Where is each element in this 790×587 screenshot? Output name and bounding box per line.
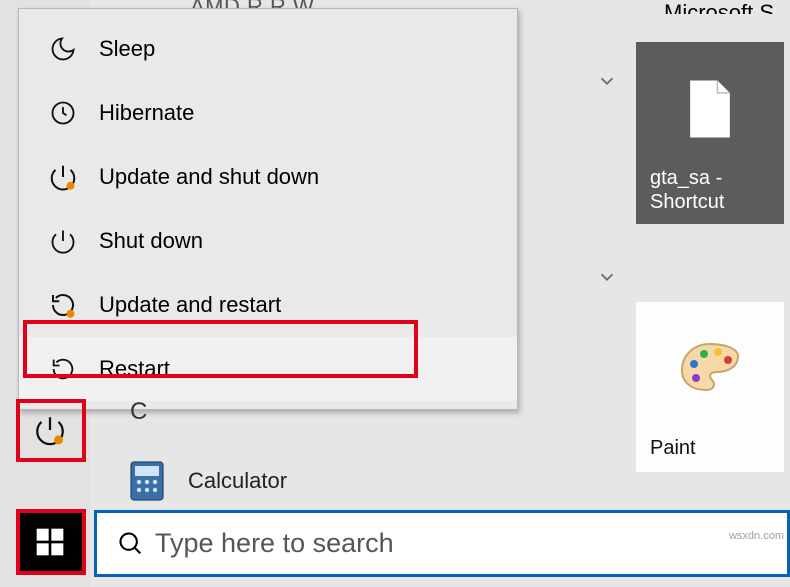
restart-item[interactable]: Restart xyxy=(19,337,517,401)
tile-gta-label: gta_sa - Shortcut xyxy=(650,166,784,214)
power-icon xyxy=(41,219,85,263)
moon-icon xyxy=(41,27,85,71)
chevron-down-icon[interactable] xyxy=(596,266,618,293)
calculator-label: Calculator xyxy=(188,468,287,494)
restart-label: Restart xyxy=(99,356,170,382)
search-icon xyxy=(107,530,155,558)
calculator-icon xyxy=(126,460,168,502)
clock-icon xyxy=(41,91,85,135)
windows-logo-icon xyxy=(34,526,66,558)
tiles-column: Microsoft S gta_sa - Shortcut Paint xyxy=(636,0,790,472)
tile-header-partial: Microsoft S xyxy=(636,0,790,14)
palette-icon xyxy=(678,340,742,399)
hibernate-item[interactable]: Hibernate xyxy=(19,81,517,145)
power-update-icon xyxy=(41,155,85,199)
shutdown-item[interactable]: Shut down xyxy=(19,209,517,273)
start-button[interactable] xyxy=(18,510,82,574)
watermark: wsxdn.com xyxy=(729,530,784,542)
hibernate-label: Hibernate xyxy=(99,100,194,126)
update-restart-label: Update and restart xyxy=(99,292,281,318)
power-menu: Sleep Hibernate Update and shut down Shu… xyxy=(18,8,518,410)
app-section-letter[interactable]: C xyxy=(130,398,147,426)
shutdown-label: Shut down xyxy=(99,228,203,254)
taskbar-search[interactable] xyxy=(94,510,790,577)
update-restart-item[interactable]: Update and restart xyxy=(19,273,517,337)
document-icon xyxy=(685,78,735,145)
power-button[interactable] xyxy=(18,400,82,460)
tile-paint-label: Paint xyxy=(650,437,696,460)
calculator-app-item[interactable]: Calculator xyxy=(126,460,287,502)
restart-update-icon xyxy=(41,283,85,327)
tile-gta-shortcut[interactable]: gta_sa - Shortcut xyxy=(636,42,784,224)
power-update-icon xyxy=(33,413,67,447)
sleep-label: Sleep xyxy=(99,36,155,62)
search-input[interactable] xyxy=(155,513,755,574)
update-shutdown-item[interactable]: Update and shut down xyxy=(19,145,517,209)
chevron-down-icon[interactable] xyxy=(596,70,618,97)
tile-paint[interactable]: Paint xyxy=(636,302,784,472)
restart-icon xyxy=(41,347,85,391)
update-shutdown-label: Update and shut down xyxy=(99,164,319,190)
sleep-item[interactable]: Sleep xyxy=(19,17,517,81)
